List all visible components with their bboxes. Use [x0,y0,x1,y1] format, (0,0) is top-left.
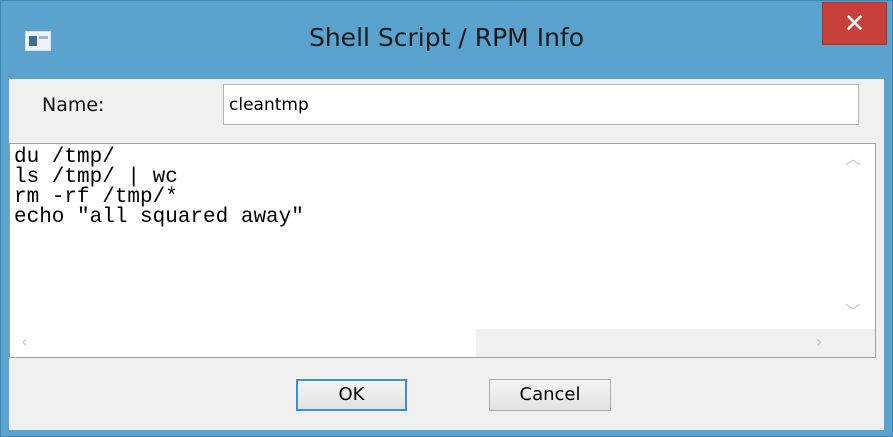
name-input[interactable] [223,84,859,125]
script-textarea[interactable]: du /tmp/ ls /tmp/ | wc rm -rf /tmp/* ech… [12,146,836,332]
horizontal-scroll-track[interactable] [476,329,835,357]
window-title: Shell Script / RPM Info [308,23,585,52]
dialog-window: Shell Script / RPM Info ✕ Name: du /tmp/… [0,0,893,437]
cancel-button[interactable]: Cancel [489,379,611,411]
close-button[interactable]: ✕ [822,2,887,45]
title-bar[interactable]: Shell Script / RPM Info ✕ [1,1,892,79]
horizontal-scrollbar[interactable]: ‹ › [10,329,835,357]
name-label: Name: [42,94,105,116]
dialog-body: Name: du /tmp/ ls /tmp/ | wc rm -rf /tmp… [9,79,884,430]
script-editor: du /tmp/ ls /tmp/ | wc rm -rf /tmp/* ech… [9,143,876,358]
scrollbar-corner [833,329,875,357]
chevron-right-icon[interactable]: › [816,334,822,350]
ok-button[interactable]: OK [296,379,407,411]
chevron-left-icon[interactable]: ‹ [21,334,27,350]
chevron-up-icon[interactable]: ︿ [845,151,861,167]
chevron-down-icon[interactable]: ﹀ [845,304,861,320]
vertical-scrollbar[interactable]: ︿ ﹀ [833,144,875,329]
close-icon: ✕ [843,9,866,39]
